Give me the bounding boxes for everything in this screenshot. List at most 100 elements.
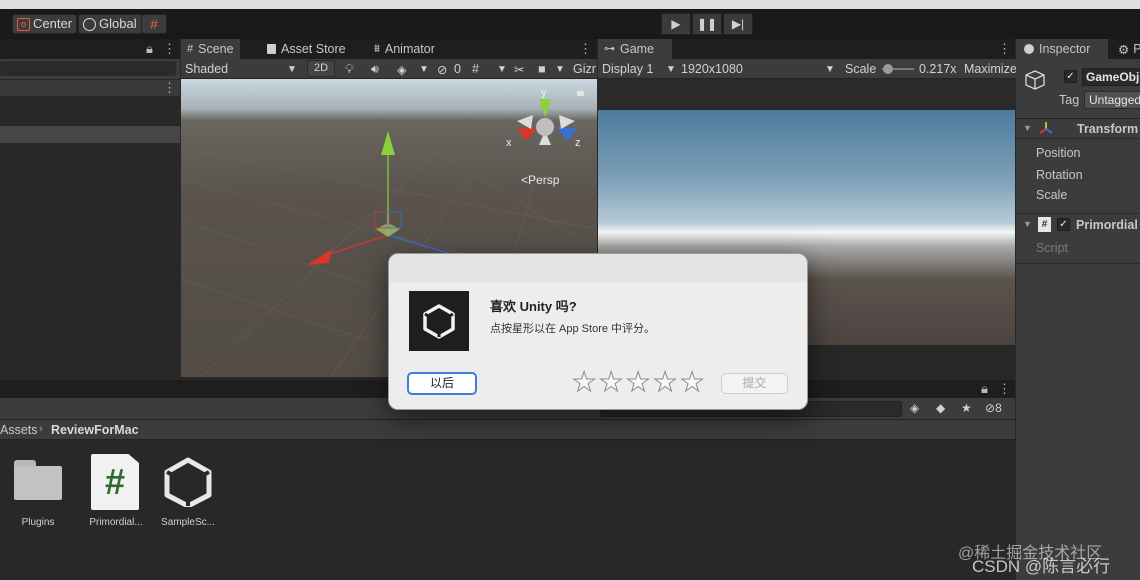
step-button[interactable]: ▶| <box>723 13 753 35</box>
hidden-objects-icon[interactable]: ⊘ <box>437 62 447 77</box>
tag-label: Tag <box>1059 93 1080 107</box>
script-foldout-arrow-icon[interactable]: ▼ <box>1023 219 1032 229</box>
asset-item-primordial-script[interactable]: # Primordial... <box>86 452 146 532</box>
display-dropdown[interactable]: Display 1 <box>602 62 653 76</box>
hierarchy-tabbar: 🔒︎ ⋮ <box>0 39 180 59</box>
rating-star-5[interactable]: ★ <box>679 368 704 396</box>
space-toggle[interactable]: Global <box>78 14 142 34</box>
grid-snap-button[interactable]: # <box>141 14 167 34</box>
transform-label: Transform <box>1077 122 1139 136</box>
asset-item-plugins[interactable]: Plugins <box>10 452 66 532</box>
grid-chevron-icon: ▼ <box>497 64 507 75</box>
orientation-gizmo[interactable] <box>517 99 577 145</box>
scene-more-icon[interactable]: ⋮ <box>579 41 592 57</box>
submit-button[interactable]: 提交 <box>721 373 788 394</box>
filter-by-type-icon[interactable]: ◈ <box>910 401 919 415</box>
foldout-arrow-icon[interactable]: ▼ <box>1023 123 1032 133</box>
tag-dropdown[interactable]: Untagged <box>1084 91 1140 109</box>
pivot-center-icon <box>17 17 30 31</box>
rating-star-1[interactable]: ★ <box>571 368 596 396</box>
script-enabled-checkbox[interactable]: ✓ <box>1057 218 1070 231</box>
shading-chevron-icon: ▼ <box>287 64 297 75</box>
maximize-toggle[interactable]: Maximize <box>964 62 1017 76</box>
gizmos-dropdown[interactable]: Gizr <box>573 62 596 76</box>
toggle-2d-button[interactable]: 2D <box>307 60 335 77</box>
info-icon <box>1024 44 1034 54</box>
x-axis-arrow[interactable] <box>307 249 332 265</box>
project-panel: 🔒︎ ⋮ ◈ ◆ ★ ⊘8 Assets › ReviewForMac Plug… <box>0 380 1015 580</box>
breadcrumb-root[interactable]: Assets <box>0 423 38 437</box>
hierarchy-search-input[interactable] <box>0 61 176 76</box>
tools-icon[interactable]: ✂ <box>514 62 524 77</box>
unity-app-icon <box>409 291 469 351</box>
more-icon[interactable]: ⋮ <box>163 41 176 57</box>
breadcrumb: Assets › ReviewForMac <box>0 420 1015 440</box>
resolution-chevron-icon: ▼ <box>825 64 835 75</box>
asset-label: Primordial... <box>89 517 143 528</box>
tab-project-settings[interactable]: ⚙ P <box>1118 39 1140 59</box>
filter-by-label-icon[interactable]: ◆ <box>936 401 945 415</box>
rating-star-4[interactable]: ★ <box>652 368 677 396</box>
hierarchy-scene-row[interactable]: ⋮ <box>0 80 180 96</box>
lighting-icon[interactable]: 💡︎ <box>345 62 354 77</box>
position-label: Position <box>1036 146 1081 160</box>
hidden-packages-count: 8 <box>995 401 1002 415</box>
perspective-label[interactable]: <Persp <box>521 173 559 187</box>
tab-asset-store-label: Asset Store <box>281 42 346 56</box>
tab-project-settings-label: P <box>1133 42 1140 56</box>
scene-more-icon[interactable]: ⋮ <box>163 80 176 96</box>
audio-icon[interactable]: 🔊︎ <box>371 62 379 77</box>
dialog-message: 点按星形以在 App Store 中评分。 <box>490 323 656 335</box>
y-axis-arrow[interactable] <box>381 131 395 155</box>
game-more-icon[interactable]: ⋮ <box>998 41 1011 57</box>
tab-asset-store[interactable]: Asset Store <box>261 39 352 59</box>
lock-icon[interactable]: 🔒︎ <box>146 41 153 57</box>
grid-visibility-icon[interactable]: # <box>472 62 479 76</box>
shading-dropdown[interactable]: Shaded <box>185 62 228 76</box>
project-more-icon[interactable]: ⋮ <box>998 381 1011 397</box>
csharp-icon: # <box>1038 217 1051 232</box>
rating-star-3[interactable]: ★ <box>625 368 650 396</box>
camera-chevron-icon: ▼ <box>555 64 565 75</box>
asset-item-sample-scene[interactable]: SampleSc... <box>158 452 218 532</box>
tab-animator[interactable]: ⩩ Animator <box>368 39 441 59</box>
breadcrumb-current-folder[interactable]: ReviewForMac <box>51 423 139 437</box>
project-lock-icon[interactable]: 🔒︎ <box>981 381 988 397</box>
camera-icon[interactable]: ■ <box>538 62 546 76</box>
space-label: Global <box>99 16 137 31</box>
scene-toolbar: Shaded ▼ 2D 💡︎ 🔊︎ ◈ ▼ ⊘ 0 # ▼ ✂ ■ ▼ Gizr <box>181 59 597 79</box>
effects-chevron-icon: ▼ <box>419 64 429 75</box>
resolution-dropdown[interactable]: 1920x1080 <box>681 62 743 76</box>
favorites-star-icon[interactable]: ★ <box>961 401 972 415</box>
object-name-input[interactable]: GameObj <box>1082 68 1140 86</box>
transform-header[interactable]: ▼ Transform <box>1016 119 1140 139</box>
pivot-toggle[interactable]: Center <box>12 14 78 34</box>
step-icon: ▶| <box>731 17 745 31</box>
rating-star-2[interactable]: ★ <box>598 368 623 396</box>
gizmo-lock-icon[interactable] <box>577 91 584 96</box>
script-component-label: Primordial <box>1076 218 1138 232</box>
effects-icon[interactable]: ◈ <box>397 62 407 77</box>
gamepad-icon: ⊶ <box>604 43 615 55</box>
tab-inspector[interactable]: Inspector <box>1016 39 1108 59</box>
tab-scene[interactable]: # Scene <box>181 39 240 59</box>
scale-slider-thumb[interactable] <box>883 64 893 74</box>
script-component-header[interactable]: ▼ # ✓ Primordial <box>1016 213 1140 235</box>
tab-game[interactable]: ⊶ Game <box>598 39 672 59</box>
axis-z-label: z <box>575 137 581 149</box>
hierarchy-selected-row[interactable] <box>0 126 180 143</box>
scale-label: Scale <box>845 62 877 76</box>
window-top-strip <box>0 0 1140 9</box>
play-button[interactable]: ▶ <box>661 13 691 35</box>
later-button[interactable]: 以后 <box>407 372 477 395</box>
inspector-header: ✓ GameObj Tag Untagged <box>1016 59 1140 119</box>
active-checkbox[interactable]: ✓ <box>1064 70 1077 83</box>
hidden-packages-toggle[interactable]: ⊘8 <box>985 401 1002 415</box>
gameobject-cube-icon <box>1024 69 1046 91</box>
transform-icon <box>1038 121 1054 138</box>
axis-y-label: y <box>541 87 547 99</box>
plane-handle-y[interactable] <box>376 223 400 237</box>
tab-scene-label: Scene <box>198 42 234 56</box>
pause-button[interactable]: ❚❚ <box>692 13 722 35</box>
grid-snap-icon: # <box>150 16 158 32</box>
